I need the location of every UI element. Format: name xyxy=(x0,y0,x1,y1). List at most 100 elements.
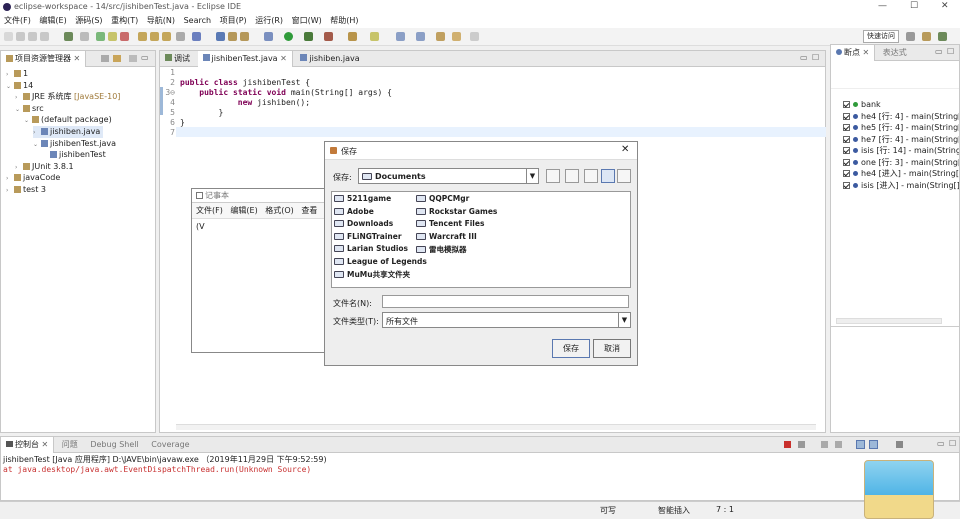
new-icon[interactable] xyxy=(4,32,13,41)
coverage-icon[interactable] xyxy=(304,32,313,41)
tab-breakpoints[interactable]: 断点 ✕ xyxy=(831,45,876,61)
save-icon[interactable] xyxy=(16,32,25,41)
save-button[interactable]: 保存 xyxy=(552,339,590,358)
minimize-button[interactable]: — xyxy=(878,1,887,11)
maximize-view-icon[interactable]: ☐ xyxy=(947,47,954,56)
tree-toggle-icon[interactable]: › xyxy=(15,162,23,173)
tree-item[interactable]: › JRE 系统库 [JavaSE-10] xyxy=(15,91,120,103)
last-edit-icon[interactable] xyxy=(436,32,445,41)
save-all-icon[interactable] xyxy=(28,32,37,41)
breakpoint-item[interactable]: he4 [行: 4] - main(String[ xyxy=(843,111,959,122)
breakpoint-item[interactable]: isis [进入] - main(String[]) xyxy=(843,180,959,191)
folder-item[interactable]: Downloads xyxy=(334,219,393,228)
cancel-button[interactable]: 取消 xyxy=(593,339,631,358)
tree-toggle-icon[interactable]: › xyxy=(33,127,41,138)
breakpoint-checkbox[interactable] xyxy=(843,124,850,131)
minimize-view-icon[interactable]: ▭ xyxy=(937,439,945,448)
open-type-icon[interactable] xyxy=(348,32,357,41)
breakpoint-checkbox[interactable] xyxy=(843,158,850,166)
new-folder-icon[interactable] xyxy=(584,169,598,183)
notepad-text-area[interactable] xyxy=(192,219,324,352)
maximize-view-icon[interactable]: ☐ xyxy=(949,439,956,448)
view-menu-icon[interactable] xyxy=(129,55,137,62)
terminate-icon[interactable] xyxy=(120,32,129,41)
new-package-icon[interactable] xyxy=(240,32,249,41)
minimize-view-icon[interactable]: ▭ xyxy=(800,53,808,62)
file-list[interactable]: 5211game Adobe Downloads FLiNGTrainer Larian… xyxy=(331,191,631,288)
tree-item[interactable]: › jishiben.java xyxy=(33,126,104,138)
folder-item[interactable]: 雷电模拟器 xyxy=(416,244,467,255)
breakpoint-item[interactable]: one [行: 3] - main(String[ xyxy=(843,157,959,168)
tree-toggle-icon[interactable]: ⌄ xyxy=(15,104,23,115)
clear-console-icon[interactable] xyxy=(821,441,828,448)
close-icon[interactable]: ✕ xyxy=(621,144,629,155)
up-one-level-icon[interactable] xyxy=(546,169,560,183)
tree-toggle-icon[interactable]: › xyxy=(6,69,14,80)
breakpoint-item[interactable]: he7 [行: 4] - main(String[ xyxy=(843,134,959,145)
quick-access-input[interactable]: 快速访问 xyxy=(863,30,899,43)
tree-item[interactable]: ⌄ jishibenTest.java xyxy=(33,138,116,150)
menu-navigate[interactable]: 导航(N) xyxy=(147,14,175,28)
notepad-menu-edit[interactable]: 编辑(E) xyxy=(230,206,257,215)
back-icon[interactable] xyxy=(452,32,461,41)
external-tools-icon[interactable] xyxy=(324,32,333,41)
menu-file[interactable]: 文件(F) xyxy=(4,14,31,28)
list-view-icon[interactable] xyxy=(601,169,615,183)
notepad-menu-file[interactable]: 文件(F) xyxy=(196,206,223,215)
tree-toggle-icon[interactable]: ⌄ xyxy=(33,139,41,150)
toggle-breakpoint-icon[interactable] xyxy=(192,32,201,41)
open-perspective-icon[interactable] xyxy=(906,32,915,41)
collapse-all-icon[interactable] xyxy=(101,55,109,62)
menu-source[interactable]: 源码(S) xyxy=(75,14,102,28)
run-icon[interactable] xyxy=(284,32,293,41)
close-button[interactable]: ✕ xyxy=(941,1,949,11)
tree-item[interactable]: › JUnit 3.8.1 xyxy=(15,161,74,173)
breakpoint-item[interactable]: isis [行: 14] - main(String xyxy=(843,145,959,156)
menu-search[interactable]: Search xyxy=(184,14,211,28)
next-annotation-icon[interactable] xyxy=(396,32,405,41)
tree-toggle-icon[interactable]: ⌄ xyxy=(6,81,14,92)
menu-refactor[interactable]: 重构(T) xyxy=(111,14,138,28)
prev-annotation-icon[interactable] xyxy=(416,32,425,41)
menu-window[interactable]: 窗口(W) xyxy=(292,14,322,28)
home-icon[interactable] xyxy=(565,169,579,183)
close-icon[interactable]: ✕ xyxy=(42,440,49,449)
tree-item[interactable]: › javaCode xyxy=(6,172,60,184)
maximize-button[interactable]: ☐ xyxy=(910,1,918,11)
pin-console-icon[interactable] xyxy=(856,440,865,449)
tree-item[interactable]: ⌄ 14 xyxy=(6,80,33,92)
folder-item[interactable]: 5211game xyxy=(334,194,391,203)
breakpoint-checkbox[interactable] xyxy=(843,135,850,143)
forward-icon[interactable] xyxy=(470,32,479,41)
menu-project[interactable]: 项目(P) xyxy=(220,14,247,28)
resume-icon[interactable] xyxy=(96,32,105,41)
tree-item[interactable]: › test 3 xyxy=(6,184,46,196)
breakpoint-checkbox[interactable] xyxy=(843,101,850,108)
breakpoint-checkbox[interactable] xyxy=(843,147,850,154)
tab-problems[interactable]: 问题 xyxy=(57,437,83,453)
step-return-icon[interactable] xyxy=(162,32,171,41)
tree-item[interactable]: ⌄ src xyxy=(15,103,44,115)
tab-console[interactable]: 控制台 ✕ xyxy=(1,437,55,453)
tab-debug-shell[interactable]: Debug Shell xyxy=(85,437,143,453)
folder-item[interactable]: QQPCMgr xyxy=(416,194,469,203)
folder-item[interactable]: Rockstar Games xyxy=(416,207,497,216)
menu-edit[interactable]: 编辑(E) xyxy=(39,14,66,28)
java-perspective-icon[interactable] xyxy=(922,32,931,41)
tab-coverage[interactable]: Coverage xyxy=(146,437,194,453)
tree-item[interactable]: ⌄ (default package) xyxy=(24,114,112,126)
search-icon[interactable] xyxy=(370,32,379,41)
close-icon[interactable]: ✕ xyxy=(863,48,870,57)
details-view-icon[interactable] xyxy=(617,169,631,183)
debug-perspective-icon[interactable] xyxy=(938,32,947,41)
breakpoint-item[interactable]: bank xyxy=(843,99,959,110)
filetype-select[interactable]: 所有文件 ▼ xyxy=(382,312,631,328)
breakpoint-checkbox[interactable] xyxy=(843,112,850,120)
breakpoint-item[interactable]: he5 [行: 4] - main(String[ xyxy=(843,122,959,133)
minimize-view-icon[interactable]: ▭ xyxy=(935,47,943,56)
filename-input[interactable] xyxy=(382,295,629,308)
chevron-down-icon[interactable]: ▼ xyxy=(526,169,538,183)
step-into-icon[interactable] xyxy=(138,32,147,41)
link-editor-icon[interactable] xyxy=(113,55,121,62)
tab-debug[interactable]: 调试 xyxy=(160,51,195,67)
